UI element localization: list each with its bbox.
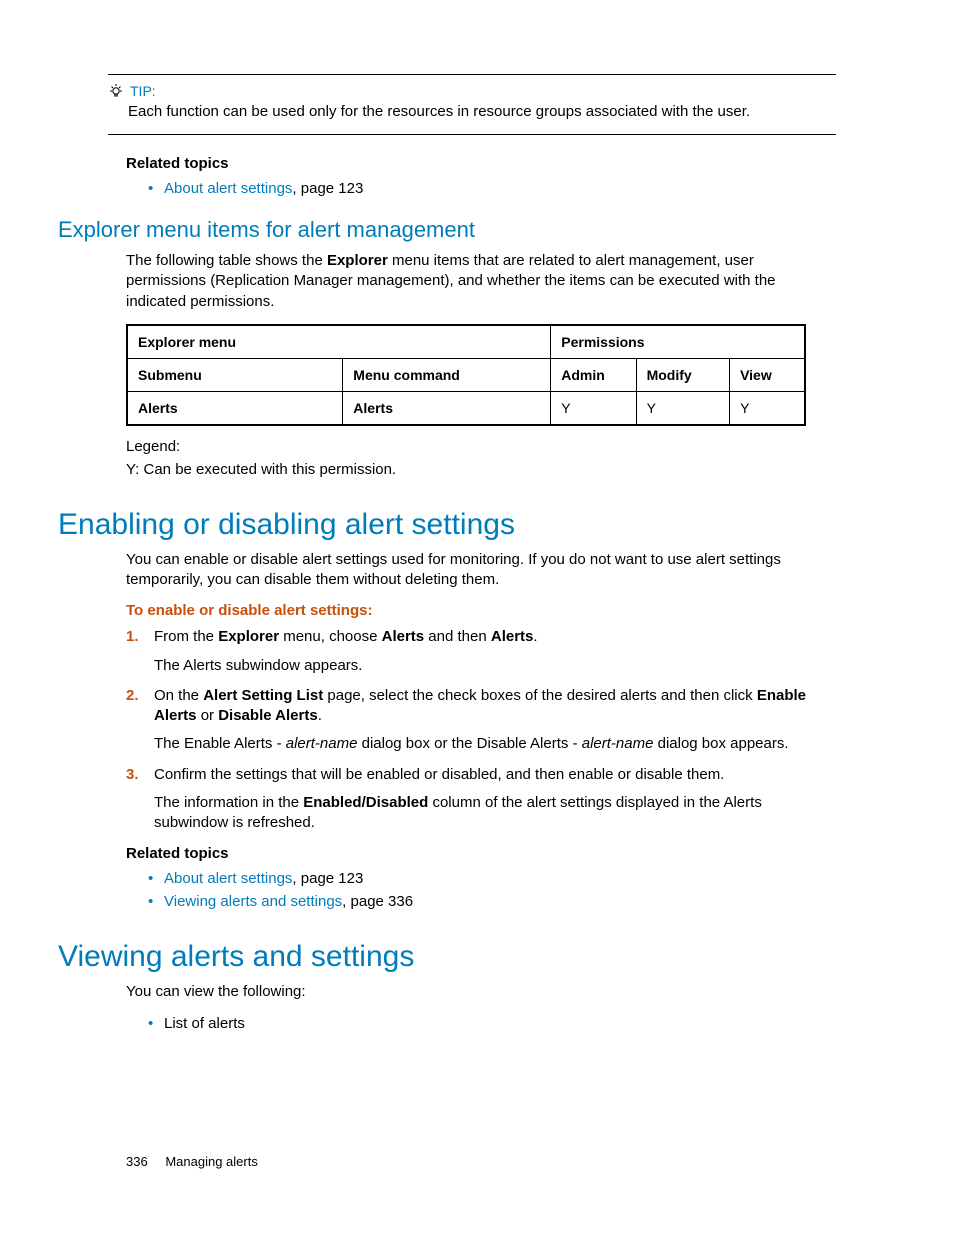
- text: The Enable Alerts -: [154, 735, 286, 752]
- permissions-table: Explorer menu Permissions Submenu Menu c…: [126, 324, 806, 426]
- text: dialog box or the Disable Alerts -: [357, 735, 581, 752]
- tip-box: TIP: Each function can be used only for …: [108, 74, 836, 135]
- page-number: 336: [126, 1154, 148, 1169]
- tip-label: TIP:: [130, 83, 156, 99]
- step-3: Confirm the settings that will be enable…: [126, 765, 836, 834]
- related-topics-list: About alert settings, page 123: [148, 180, 836, 197]
- text-italic: alert-name: [286, 735, 358, 752]
- text: From the: [154, 628, 218, 645]
- link-suffix: , page 336: [342, 893, 413, 910]
- table-row: Alerts Alerts Y Y Y: [127, 391, 805, 425]
- procedure-heading: To enable or disable alert settings:: [126, 602, 836, 619]
- th-permissions: Permissions: [551, 325, 805, 359]
- section-heading-enable: Enabling or disabling alert settings: [58, 508, 836, 542]
- cell-modify: Y: [636, 391, 730, 425]
- section-heading-explorer: Explorer menu items for alert management: [58, 217, 836, 243]
- text: The following table shows the: [126, 252, 327, 269]
- text-bold: Alerts: [382, 628, 425, 645]
- paragraph: You can enable or disable alert settings…: [126, 550, 836, 591]
- text: menu, choose: [279, 628, 382, 645]
- step-1: From the Explorer menu, choose Alerts an…: [126, 627, 836, 676]
- text-bold: Explorer: [218, 628, 279, 645]
- paragraph: You can view the following:: [126, 982, 836, 1002]
- lightbulb-icon: [108, 83, 124, 99]
- text: .: [318, 707, 322, 724]
- text-bold: Enabled/Disabled: [303, 794, 428, 811]
- step-result: The Enable Alerts - alert-name dialog bo…: [154, 734, 836, 754]
- link-about-alert-settings[interactable]: About alert settings: [164, 870, 292, 887]
- th-admin: Admin: [551, 358, 636, 391]
- list-item: About alert settings, page 123: [148, 180, 836, 197]
- th-view: View: [730, 358, 805, 391]
- text-italic: alert-name: [582, 735, 654, 752]
- paragraph: The following table shows the Explorer m…: [126, 251, 836, 312]
- section-heading-viewing: Viewing alerts and settings: [58, 940, 836, 974]
- view-list: List of alerts: [148, 1015, 836, 1032]
- list-item: List of alerts: [148, 1015, 836, 1032]
- text: Confirm the settings that will be enable…: [154, 766, 724, 783]
- text-bold: Disable Alerts: [218, 707, 318, 724]
- cell-submenu: Alerts: [138, 400, 178, 416]
- text-bold: Alert Setting List: [203, 687, 323, 704]
- text: The information in the: [154, 794, 303, 811]
- step-result: The Alerts subwindow appears.: [154, 656, 836, 676]
- chapter-title: Managing alerts: [165, 1154, 258, 1169]
- link-suffix: , page 123: [292, 870, 363, 887]
- text: and then: [424, 628, 491, 645]
- th-menu-command: Menu command: [343, 358, 551, 391]
- link-suffix: , page 123: [292, 180, 363, 197]
- related-topics-heading: Related topics: [126, 845, 836, 862]
- th-modify: Modify: [636, 358, 730, 391]
- step-2: On the Alert Setting List page, select t…: [126, 686, 836, 755]
- text: page, select the check boxes of the desi…: [323, 687, 757, 704]
- list-item: Viewing alerts and settings, page 336: [148, 893, 836, 910]
- text: List of alerts: [164, 1015, 245, 1032]
- text-bold: Alerts: [491, 628, 534, 645]
- link-about-alert-settings[interactable]: About alert settings: [164, 180, 292, 197]
- step-result: The information in the Enabled/Disabled …: [154, 793, 836, 834]
- text-bold: Explorer: [327, 252, 388, 269]
- th-explorer-menu: Explorer menu: [127, 325, 551, 359]
- legend-text: Y: Can be executed with this permission.: [126, 461, 836, 478]
- procedure-steps: From the Explorer menu, choose Alerts an…: [126, 627, 836, 833]
- text: or: [197, 707, 219, 724]
- legend-label: Legend:: [126, 438, 836, 455]
- th-submenu: Submenu: [127, 358, 343, 391]
- link-viewing-alerts[interactable]: Viewing alerts and settings: [164, 893, 342, 910]
- cell-command: Alerts: [353, 400, 393, 416]
- page-footer: 336 Managing alerts: [126, 1154, 258, 1169]
- tip-body: Each function can be used only for the r…: [128, 103, 836, 120]
- related-topics-list: About alert settings, page 123 Viewing a…: [148, 870, 836, 910]
- cell-view: Y: [730, 391, 805, 425]
- text: .: [533, 628, 537, 645]
- list-item: About alert settings, page 123: [148, 870, 836, 887]
- related-topics-heading: Related topics: [126, 155, 836, 172]
- cell-admin: Y: [551, 391, 636, 425]
- text: On the: [154, 687, 203, 704]
- text: dialog box appears.: [653, 735, 788, 752]
